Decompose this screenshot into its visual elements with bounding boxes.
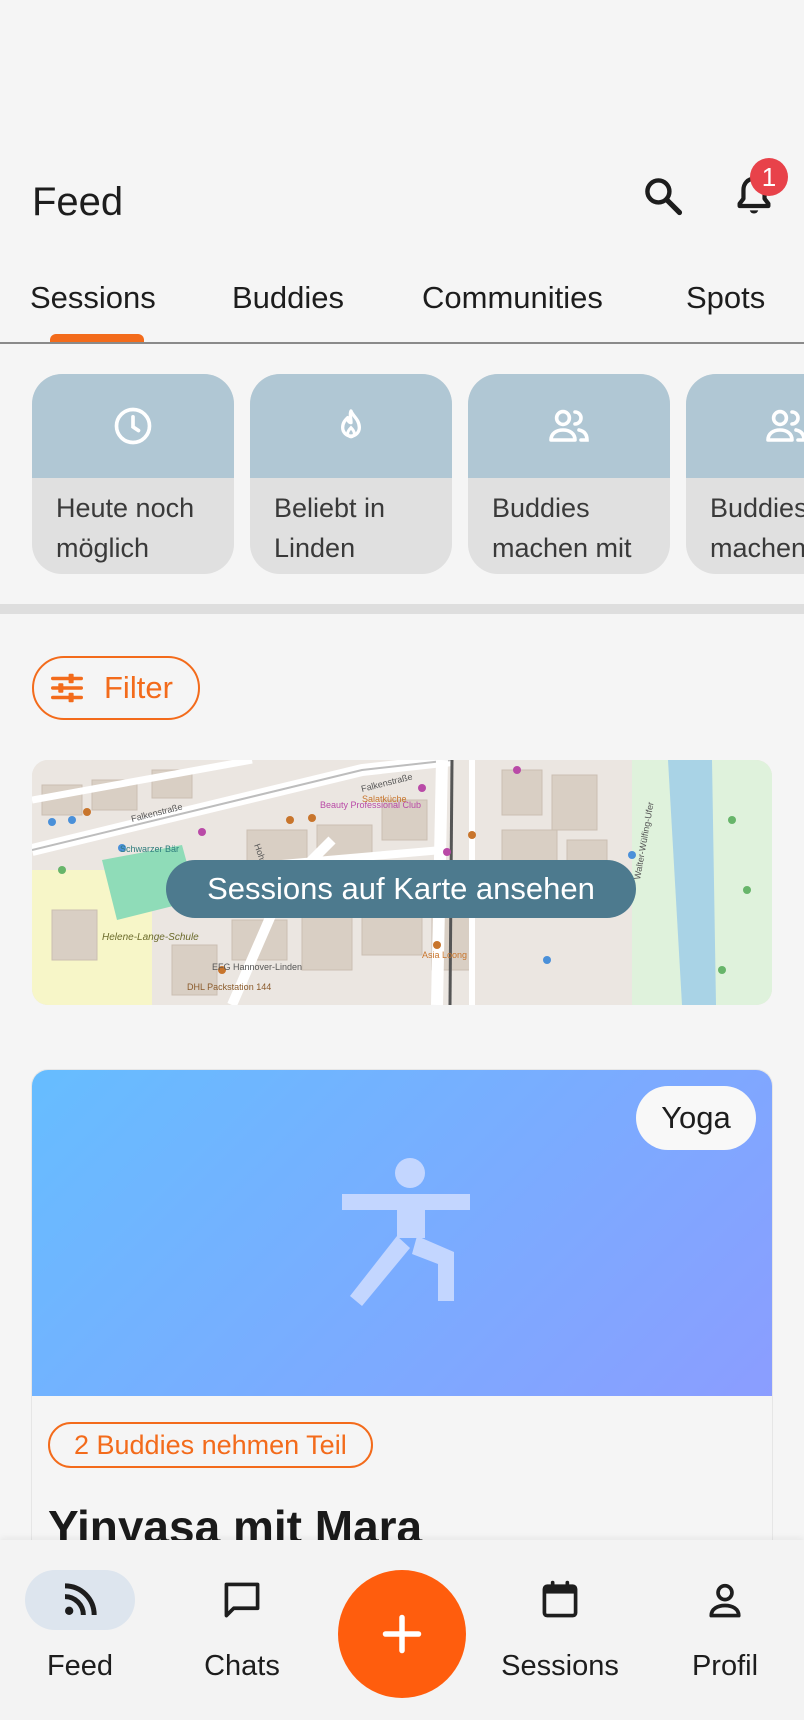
nav-feed-icon-container (25, 1570, 135, 1630)
session-card[interactable]: Yoga 2 Buddies nehmen Teil Yinyasa mit M… (32, 1070, 772, 1570)
app-header: Feed 1 (0, 0, 804, 250)
map-label-helene: Helene-Lange-Schule (102, 932, 199, 943)
tab-sessions[interactable]: Sessions (30, 280, 156, 316)
nav-sessions[interactable]: Sessions (490, 1570, 630, 1683)
tab-spots[interactable]: Spots (686, 280, 765, 316)
quick-filter-popular[interactable]: Beliebt in Linden (250, 374, 452, 574)
map-preview[interactable]: Falkenstraße Falkenstraße Hohe Straße Wa… (32, 760, 772, 1005)
quick-filter-header (468, 374, 670, 478)
map-label-schwarzer-bar: Schwarzer Bär (120, 844, 179, 854)
filter-label: Filter (104, 670, 173, 705)
filter-button[interactable]: Filter (32, 656, 200, 720)
quick-filter-label: Buddies machen mit (492, 493, 632, 563)
quick-filter-row[interactable]: Heute noch möglich Beliebt in Linden Bud… (0, 344, 804, 604)
nav-feed-label: Feed (46, 1650, 114, 1682)
quick-filter-buddies-2[interactable]: Buddies machen mit (686, 374, 804, 574)
category-tag: Yoga (636, 1086, 756, 1150)
quick-filter-label: Beliebt in Linden (274, 493, 386, 563)
view-sessions-on-map-button[interactable]: Sessions auf Karte ansehen (166, 860, 636, 918)
sliders-icon (51, 673, 83, 703)
nav-profile-icon-container (670, 1570, 780, 1630)
session-hero: Yoga (32, 1070, 772, 1396)
chat-icon (224, 1582, 260, 1618)
nav-chats-icon-container (187, 1570, 297, 1630)
search-button[interactable] (633, 166, 693, 226)
tab-communities[interactable]: Communities (422, 280, 603, 316)
nav-sessions-label: Sessions (501, 1650, 619, 1682)
nav-sessions-icon-container (505, 1570, 615, 1630)
rss-icon (64, 1583, 97, 1616)
quick-filter-buddies[interactable]: Buddies machen mit (468, 374, 670, 574)
quick-filter-label: Heute noch möglich (56, 493, 195, 563)
buddies-participating-badge: 2 Buddies nehmen Teil (48, 1422, 373, 1468)
person-icon (709, 1583, 741, 1618)
section-divider (0, 604, 804, 614)
page-title: Feed (32, 180, 124, 224)
quick-filter-today[interactable]: Heute noch möglich (32, 374, 234, 574)
people-icon (549, 409, 589, 442)
quick-filter-header (32, 374, 234, 478)
nav-feed[interactable]: Feed (10, 1570, 150, 1683)
yoga-pose-icon (342, 1158, 470, 1306)
quick-filter-header (250, 374, 452, 478)
tab-bar: Sessions Buddies Communities Spots (0, 268, 804, 344)
calendar-icon (542, 1580, 578, 1618)
map-label-dhl: DHL Packstation 144 (187, 982, 271, 992)
quick-filter-header (686, 374, 804, 478)
active-tab-indicator (50, 334, 144, 342)
quick-filter-label: Buddies machen mit (710, 493, 804, 563)
map-label-asia: Asia Loong (422, 950, 467, 960)
search-icon (645, 178, 683, 216)
fire-icon (341, 409, 361, 439)
plus-icon (382, 1614, 422, 1654)
nav-profile-label: Profil (691, 1650, 759, 1682)
tab-buddies[interactable]: Buddies (232, 280, 344, 316)
people-icon (766, 409, 804, 442)
clock-icon (114, 407, 152, 445)
create-session-button[interactable] (338, 1570, 466, 1698)
map-label-efg: EFG Hannover-Linden (212, 962, 302, 972)
map-label-salat: Salatküche (362, 794, 407, 804)
nav-profile[interactable]: Profil (655, 1570, 795, 1683)
nav-chats[interactable]: Chats (172, 1570, 312, 1683)
bottom-navigation: Feed Chats Sessions Profil (0, 1540, 804, 1720)
nav-chats-label: Chats (204, 1650, 280, 1682)
notification-badge: 1 (750, 158, 788, 196)
